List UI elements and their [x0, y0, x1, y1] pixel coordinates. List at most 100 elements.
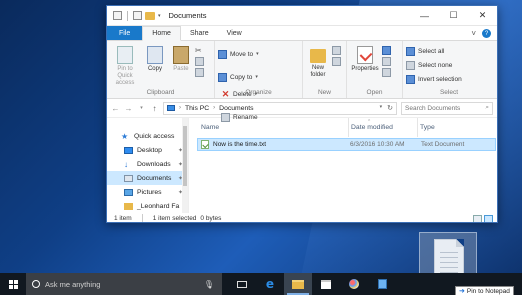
search-box[interactable]: ⌕	[401, 101, 493, 115]
ribbon-home: Pin to Quick access Copy Paste ✂ Clipboa…	[107, 41, 497, 122]
pin-label: Pin to Quick access	[115, 66, 135, 86]
new-item-icon[interactable]	[331, 46, 341, 55]
explorer-window[interactable]: ▾ Documents — ☐ ✕ File Home Share View ˅…	[106, 5, 498, 223]
nav-item-pictures[interactable]: Pictures ✦	[107, 185, 188, 199]
crumb-separator-icon[interactable]: ›	[213, 105, 215, 111]
new-folder-qat-icon[interactable]	[145, 11, 155, 20]
paint-icon	[349, 279, 359, 289]
refresh-icon[interactable]: ↻	[387, 104, 393, 112]
ribbon-tab-strip: File Home Share View ˅ ?	[107, 26, 497, 41]
move-to-dropdown-icon: ▾	[256, 51, 259, 57]
select-all-label: Select all	[418, 47, 445, 55]
search-input[interactable]	[405, 104, 480, 112]
checkbox-qat-icon[interactable]	[133, 11, 142, 20]
properties-icon	[357, 46, 373, 64]
paste-shortcut-icon[interactable]	[194, 68, 204, 77]
crumb-separator-icon[interactable]: ›	[179, 105, 181, 111]
collapse-ribbon-icon[interactable]: ˅	[471, 29, 476, 38]
nav-scroll-thumb[interactable]	[183, 126, 187, 186]
file-explorer-button[interactable]	[284, 273, 312, 295]
documents-icon	[124, 174, 133, 182]
open-icon[interactable]	[381, 46, 391, 55]
copy-button[interactable]: Copy	[142, 43, 168, 73]
large-icons-view-icon[interactable]	[484, 214, 493, 222]
breadcrumb-this-pc[interactable]: This PC	[185, 105, 209, 112]
cortana-search-box[interactable]: Ask me anything 🎙	[26, 273, 222, 295]
nav-item-label: Desktop	[137, 146, 162, 154]
tab-home[interactable]: Home	[142, 26, 181, 41]
microphone-icon[interactable]: 🎙	[204, 280, 214, 289]
invert-selection-button[interactable]: Invert selection	[406, 73, 462, 85]
file-type: Text Document	[421, 141, 465, 148]
file-explorer-icon	[292, 279, 304, 289]
search-icon[interactable]: ⌕	[485, 104, 489, 112]
recent-locations-icon[interactable]: ▾	[137, 105, 146, 111]
title-bar[interactable]: ▾ Documents — ☐ ✕	[107, 6, 497, 26]
select-group-label: Select	[439, 89, 459, 96]
address-row: ← → ▾ ↑ › This PC › Documents ▾ ↻ ⌕	[107, 99, 497, 118]
nav-item-label: Downloads	[137, 160, 171, 168]
paste-button[interactable]: Paste	[170, 43, 192, 73]
edge-button[interactable]: e	[256, 273, 284, 295]
edit-icon[interactable]	[381, 57, 391, 66]
invert-selection-icon	[406, 74, 415, 84]
back-icon[interactable]: ←	[111, 104, 120, 113]
address-dropdown-icon[interactable]: ▾	[380, 104, 383, 112]
start-button[interactable]	[0, 273, 26, 295]
select-all-icon	[406, 46, 415, 56]
file-name: Now is the time.txt	[213, 141, 267, 148]
new-folder-button[interactable]: New folder	[306, 43, 330, 79]
tab-view[interactable]: View	[218, 26, 251, 40]
properties-button[interactable]: Properties	[350, 43, 380, 73]
easy-access-icon[interactable]	[331, 57, 341, 66]
nav-item-desktop[interactable]: Desktop ✦	[107, 143, 188, 157]
copy-path-icon[interactable]	[194, 57, 204, 66]
move-to-icon	[218, 49, 227, 59]
close-button[interactable]: ✕	[468, 6, 497, 25]
organize-group-label: Organize	[245, 89, 272, 96]
clipboard-group: Pin to Quick access Copy Paste ✂ Clipboa…	[107, 41, 215, 98]
pictures-icon	[124, 188, 133, 196]
column-header-date[interactable]: Date modified	[349, 118, 418, 137]
nav-item-folder[interactable]: _Leonhard Fa	[107, 199, 188, 213]
history-icon[interactable]	[381, 68, 391, 77]
properties-qat-icon[interactable]	[113, 11, 122, 20]
select-all-button[interactable]: Select all	[406, 45, 462, 57]
edge-icon: e	[265, 277, 275, 291]
select-none-button[interactable]: Select none	[406, 59, 462, 71]
column-header-name[interactable]: Name	[199, 118, 349, 137]
table-row[interactable]: Now is the time.txt 6/3/2016 10:30 AM Te…	[197, 138, 496, 151]
tab-file[interactable]: File	[107, 26, 143, 40]
task-view-button[interactable]	[228, 273, 256, 295]
tab-share[interactable]: Share	[181, 26, 218, 40]
file-list[interactable]: ⌃ Name Date modified Type Now is the tim…	[189, 118, 497, 213]
nav-item-documents[interactable]: Documents ✦	[107, 171, 188, 185]
paint-button[interactable]	[340, 273, 368, 295]
column-header-type[interactable]: Type	[418, 118, 488, 137]
help-icon[interactable]: ?	[482, 29, 491, 38]
copy-to-button[interactable]: Copy to ▾	[218, 71, 259, 83]
nav-scrollbar[interactable]	[182, 118, 188, 213]
nav-item-quick-access[interactable]: ★ Quick access	[107, 129, 188, 143]
copy-to-icon	[218, 72, 227, 82]
clipboard-group-label: Clipboard	[146, 89, 175, 96]
nav-item-label: Quick access	[134, 132, 175, 140]
details-view-icon[interactable]	[473, 214, 482, 222]
qat-dropdown-icon[interactable]: ▾	[158, 13, 161, 19]
pin-quick-access-button[interactable]: Pin to Quick access	[110, 43, 140, 87]
text-file-icon	[201, 140, 209, 149]
minimize-button[interactable]: —	[410, 6, 439, 25]
nav-item-downloads[interactable]: ↓ Downloads ✦	[107, 157, 188, 171]
up-icon[interactable]: ↑	[150, 104, 159, 113]
cut-icon[interactable]: ✂	[195, 46, 204, 55]
nav-item-label: Documents	[137, 174, 172, 182]
cortana-placeholder: Ask me anything	[45, 279, 101, 289]
store-button[interactable]	[312, 273, 340, 295]
address-bar[interactable]: › This PC › Documents ▾ ↻	[163, 101, 397, 115]
move-to-button[interactable]: Move to ▾	[218, 48, 259, 60]
maximize-button[interactable]: ☐	[439, 6, 468, 25]
notepad-button[interactable]	[368, 273, 396, 295]
selection-count: 1 item selected	[152, 215, 197, 222]
forward-icon[interactable]: →	[124, 104, 133, 113]
invert-selection-label: Invert selection	[418, 75, 462, 83]
